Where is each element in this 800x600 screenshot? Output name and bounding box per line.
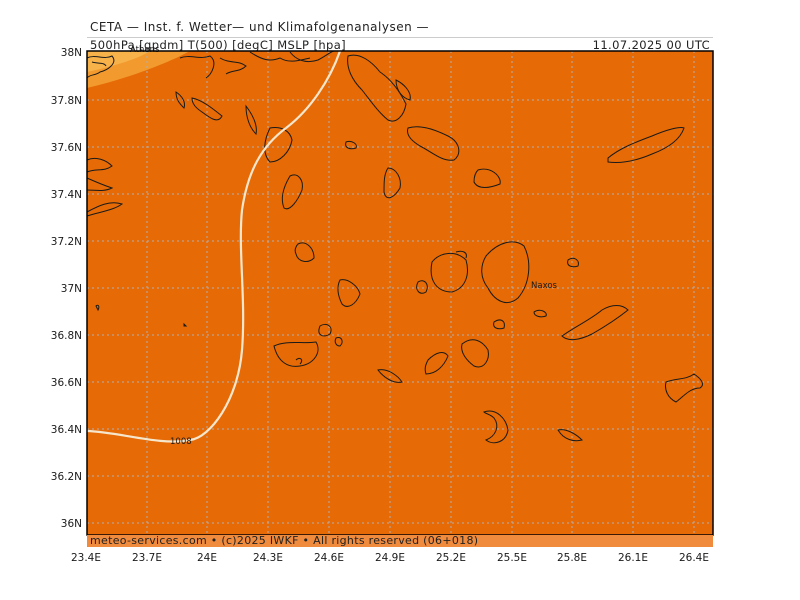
lon-tick: 26.1E: [618, 552, 648, 564]
isobar-label: 1008: [170, 437, 192, 447]
lon-tick: 26.4E: [679, 552, 709, 564]
lat-tick: 36.4N: [51, 424, 82, 436]
lat-tick: 38N: [61, 47, 82, 59]
lon-tick: 23.7E: [132, 552, 162, 564]
lon-tick: 24.3E: [253, 552, 283, 564]
credits-bar: meteo-services.com • (c)2025 IWKF • All …: [87, 534, 713, 547]
lat-axis: 38N 37.8N 37.6N 37.4N 37.2N 37N 36.8N 36…: [51, 47, 82, 530]
lon-tick: 25.8E: [557, 552, 587, 564]
lat-tick: 36N: [61, 518, 82, 530]
lat-tick: 37.2N: [51, 236, 82, 248]
temperature-field: [87, 51, 713, 535]
lon-tick: 25.5E: [497, 552, 527, 564]
lat-tick: 36.8N: [51, 330, 82, 342]
place-label-naxos: Naxos: [531, 281, 558, 291]
credits-label: meteo-services.com • (c)2025 IWKF • All …: [90, 534, 479, 547]
lon-tick: 23.4E: [71, 552, 101, 564]
lat-tick: 37.4N: [51, 189, 82, 201]
lon-tick: 24.9E: [375, 552, 405, 564]
lon-tick: 24E: [197, 552, 217, 564]
lat-tick: 36.2N: [51, 471, 82, 483]
place-label-athens: Athens: [130, 45, 160, 55]
lat-tick: 37.8N: [51, 95, 82, 107]
map-canvas: 1008 Athens Naxos 23.4E 23.7E 24E 24.3E …: [51, 45, 714, 564]
lon-tick: 24.6E: [314, 552, 344, 564]
lat-tick: 37N: [61, 283, 82, 295]
lat-tick: 36.6N: [51, 377, 82, 389]
lon-tick: 25.2E: [436, 552, 466, 564]
lat-tick: 37.6N: [51, 142, 82, 154]
lon-axis: 23.4E 23.7E 24E 24.3E 24.6E 24.9E 25.2E …: [71, 552, 709, 564]
